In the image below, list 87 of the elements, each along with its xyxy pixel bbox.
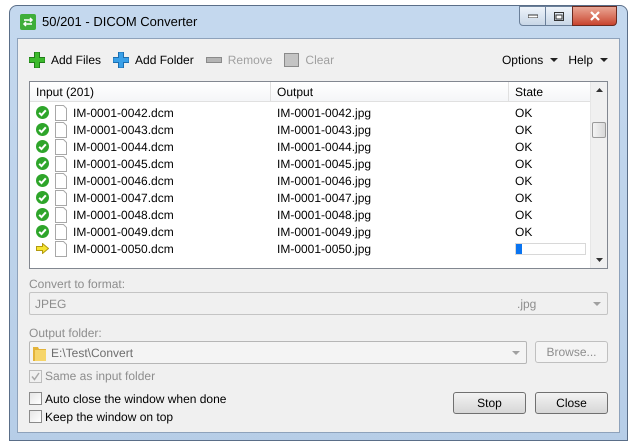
toolbar-button[interactable]: Add Files <box>29 51 102 69</box>
square-icon <box>284 53 300 67</box>
close-button[interactable] <box>572 6 617 26</box>
check-circle-icon <box>36 157 49 170</box>
checkbox[interactable] <box>29 392 42 405</box>
state-text: OK <box>515 224 532 240</box>
state-text: OK <box>515 156 532 172</box>
close-icon <box>588 11 600 21</box>
maximize-icon <box>554 12 564 20</box>
dropdown-arrow-icon <box>512 350 520 354</box>
check-circle-icon <box>36 191 49 204</box>
dropdown-arrow-icon <box>593 302 601 306</box>
scroll-up-icon[interactable] <box>596 88 602 92</box>
file-icon <box>55 224 67 240</box>
input-file-name: IM-0001-0044.dcm <box>73 138 174 156</box>
dialog-button[interactable]: Stop <box>453 392 526 414</box>
file-icon <box>55 122 67 138</box>
file-icon <box>55 190 67 206</box>
file-icon <box>55 206 67 222</box>
input-file-name: IM-0001-0042.dcm <box>73 104 174 122</box>
check-circle-icon <box>36 140 49 153</box>
file-icon <box>55 156 67 172</box>
scrollbar[interactable] <box>590 82 607 268</box>
folder-icon <box>33 344 46 360</box>
minus-icon <box>206 57 222 63</box>
state-text: OK <box>515 138 532 156</box>
app-icon <box>20 14 36 30</box>
output-file-name: IM-0001-0049.jpg <box>276 224 372 240</box>
column-header[interactable]: Output <box>271 82 509 101</box>
file-icon <box>55 172 67 188</box>
scroll-thumb[interactable] <box>592 122 606 138</box>
output-folder-label: Output folder: <box>29 325 103 339</box>
output-folder-dropdown[interactable]: E:\Test\Convert <box>29 341 527 364</box>
checkbox-label: Auto close the window when done <box>45 390 226 408</box>
output-file-name: IM-0001-0043.jpg <box>276 122 372 138</box>
output-file-name: IM-0001-0050.jpg <box>276 240 372 258</box>
caret-icon <box>550 58 558 62</box>
state-text: OK <box>515 104 532 122</box>
format-value: JPEG <box>35 296 68 312</box>
file-icon <box>55 104 67 120</box>
state-text: OK <box>515 190 532 206</box>
check-circle-icon <box>36 225 49 238</box>
arrow-right-icon <box>36 243 49 254</box>
minimize-icon <box>528 14 538 18</box>
column-header[interactable]: State <box>509 82 590 101</box>
check-circle-icon <box>36 106 49 119</box>
window-title: 50/201 - DICOM Converter <box>42 13 198 32</box>
output-folder-value: E:\Test\Convert <box>51 344 134 362</box>
output-file-name: IM-0001-0046.jpg <box>276 172 372 190</box>
input-file-name: IM-0001-0048.dcm <box>73 206 174 224</box>
checkbox[interactable] <box>29 410 42 423</box>
output-file-name: IM-0001-0044.jpg <box>276 138 372 156</box>
check-circle-icon <box>36 208 49 221</box>
caret-icon <box>600 58 608 62</box>
output-file-name: IM-0001-0045.jpg <box>276 156 372 172</box>
file-icon <box>55 240 67 256</box>
file-icon <box>55 138 67 154</box>
output-file-name: IM-0001-0048.jpg <box>276 206 372 224</box>
menu-button[interactable]: Options <box>502 51 558 69</box>
plus-icon <box>113 52 130 68</box>
input-file-name: IM-0001-0045.dcm <box>73 156 174 172</box>
input-file-name: IM-0001-0049.dcm <box>73 224 174 240</box>
checkbox-label: Keep the window on top <box>45 408 174 426</box>
input-file-name: IM-0001-0046.dcm <box>73 172 174 190</box>
dialog-button[interactable]: Close <box>535 392 608 414</box>
input-file-name: IM-0001-0043.dcm <box>73 122 174 138</box>
format-label: Convert to format: <box>29 276 126 290</box>
state-text: OK <box>515 206 532 224</box>
scroll-down-icon[interactable] <box>596 258 602 262</box>
maximize-button[interactable] <box>546 6 572 26</box>
output-file-name: IM-0001-0042.jpg <box>276 104 372 122</box>
checkbox-label: Same as input folder <box>45 368 156 385</box>
plus-icon <box>29 52 45 68</box>
column-header[interactable]: Input (201) <box>30 82 271 101</box>
input-file-name: IM-0001-0050.dcm <box>73 240 174 258</box>
check-circle-icon <box>36 123 49 136</box>
input-file-name: IM-0001-0047.dcm <box>73 190 174 206</box>
state-text: OK <box>515 172 532 190</box>
toolbar-button[interactable]: Add Folder <box>113 51 194 69</box>
minimize-button[interactable] <box>519 6 546 26</box>
output-file-name: IM-0001-0047.jpg <box>276 190 372 206</box>
progress-bar <box>515 242 586 254</box>
check-circle-icon <box>36 174 49 187</box>
format-extension: .jpg <box>517 296 538 312</box>
state-text: OK <box>515 122 532 138</box>
menu-button[interactable]: Help <box>568 51 608 69</box>
checkmark-icon <box>31 372 40 380</box>
